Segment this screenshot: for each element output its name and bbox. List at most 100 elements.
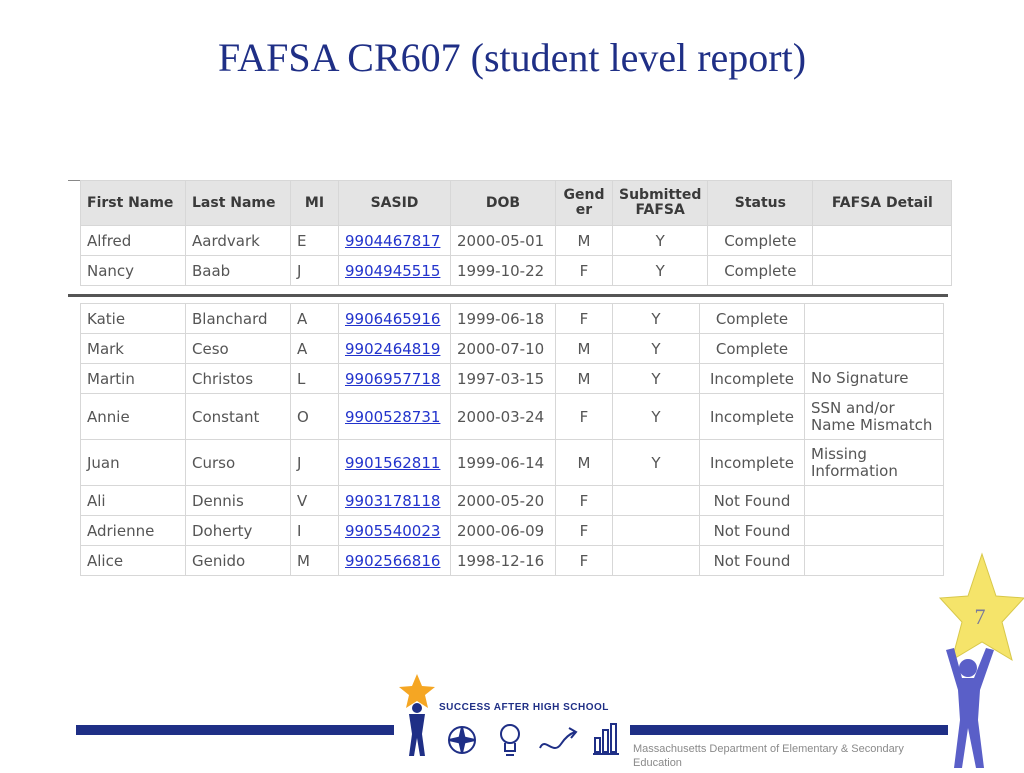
header-submitted-fafsa: Submitted FAFSA xyxy=(611,180,709,226)
first-name-cell: Katie xyxy=(80,303,186,334)
gender-cell: M xyxy=(555,225,613,256)
submitted-fafsa-cell: Y xyxy=(611,225,709,256)
fafsa-detail-cell xyxy=(804,485,944,516)
sasid-link[interactable]: 9906465916 xyxy=(345,310,440,328)
table-row: Alice Genido M 9902566816 1998-12-16 F Not Fou… xyxy=(80,545,944,576)
gender-cell: F xyxy=(555,485,613,516)
submitted-fafsa-cell: Y xyxy=(611,255,709,286)
fafsa-detail-cell: SSN and/or Name Mismatch xyxy=(804,393,944,440)
dob-cell: 2000-05-01 xyxy=(450,225,556,256)
fafsa-detail-cell xyxy=(812,225,953,256)
header-dob: DOB xyxy=(450,180,556,226)
report-table-top: First Name Last Name MI SASID DOB Gend e… xyxy=(80,180,953,286)
logo-graphic xyxy=(399,674,619,756)
dob-cell: 2000-03-24 xyxy=(450,393,556,440)
table-divider xyxy=(68,294,948,297)
gender-cell: F xyxy=(555,515,613,546)
table-row: Juan Curso J 9901562811 1999-06-14 M Y Incomple… xyxy=(80,439,944,486)
logo-text: SUCCESS AFTER HIGH SCHOOL xyxy=(439,702,609,713)
gender-cell: F xyxy=(555,393,613,440)
gender-cell: M xyxy=(555,333,613,364)
status-cell: Complete xyxy=(699,333,805,364)
table-row: Adrienne Doherty I 9905540023 2000-06-09 F Not… xyxy=(80,515,944,546)
sasid-cell: 9901562811 xyxy=(338,439,451,486)
footer-organization: Massachusetts Department of Elementary &… xyxy=(633,743,904,769)
dob-cell: 1998-12-16 xyxy=(450,545,556,576)
sasid-link[interactable]: 9901562811 xyxy=(345,454,440,472)
table-edge-tick xyxy=(68,180,80,181)
report-table-bottom: Katie Blanchard A 9906465916 1999-06-18 F Y Com… xyxy=(80,303,944,576)
last-name-cell: Aardvark xyxy=(185,225,291,256)
last-name-cell: Curso xyxy=(185,439,291,486)
mi-cell: J xyxy=(290,255,339,286)
mi-cell: E xyxy=(290,225,339,256)
last-name-cell: Dennis xyxy=(185,485,291,516)
sasid-link[interactable]: 9902464819 xyxy=(345,340,440,358)
last-name-cell: Baab xyxy=(185,255,291,286)
table-body-top: Alfred Aardvark E 9904467817 2000-05-01 M Y Com… xyxy=(80,225,953,286)
mi-cell: J xyxy=(290,439,339,486)
dob-cell: 1999-10-22 xyxy=(450,255,556,286)
footer-bar-left xyxy=(76,725,394,735)
status-cell: Incomplete xyxy=(699,439,805,486)
status-cell: Incomplete xyxy=(699,363,805,394)
sasid-link[interactable]: 9900528731 xyxy=(345,408,440,426)
header-status: Status xyxy=(707,180,814,226)
table-row: Alfred Aardvark E 9904467817 2000-05-01 M Y Com… xyxy=(80,225,953,256)
sasid-link[interactable]: 9906957718 xyxy=(345,370,440,388)
mi-cell: A xyxy=(290,333,339,364)
first-name-cell: Juan xyxy=(80,439,186,486)
first-name-cell: Martin xyxy=(80,363,186,394)
mi-cell: A xyxy=(290,303,339,334)
submitted-fafsa-cell: Y xyxy=(612,333,700,364)
fafsa-detail-cell xyxy=(804,515,944,546)
status-cell: Not Found xyxy=(699,515,805,546)
fafsa-detail-cell xyxy=(804,303,944,334)
sasid-link[interactable]: 9903178118 xyxy=(345,492,440,510)
last-name-cell: Genido xyxy=(185,545,291,576)
first-name-cell: Nancy xyxy=(80,255,186,286)
sasid-cell: 9906957718 xyxy=(338,363,451,394)
submitted-fafsa-cell: Y xyxy=(612,393,700,440)
mi-cell: M xyxy=(290,545,339,576)
sasid-cell: 9905540023 xyxy=(338,515,451,546)
first-name-cell: Alice xyxy=(80,545,186,576)
gender-cell: F xyxy=(555,255,613,286)
table-row: Katie Blanchard A 9906465916 1999-06-18 F Y Com… xyxy=(80,303,944,334)
status-cell: Incomplete xyxy=(699,393,805,440)
sasid-link[interactable]: 9904467817 xyxy=(345,232,440,250)
first-name-cell: Ali xyxy=(80,485,186,516)
person-holding-star-icon xyxy=(946,648,994,768)
table-row: Nancy Baab J 9904945515 1999-10-22 F Y Complete xyxy=(80,255,953,286)
bar-chart-icon xyxy=(593,723,619,755)
dob-cell: 1999-06-14 xyxy=(450,439,556,486)
sasid-cell: 9906465916 xyxy=(338,303,451,334)
sasid-link[interactable]: 9902566816 xyxy=(345,552,440,570)
last-name-cell: Christos xyxy=(185,363,291,394)
sasid-link[interactable]: 9905540023 xyxy=(345,522,440,540)
gender-cell: F xyxy=(555,303,613,334)
lightbulb-icon xyxy=(500,724,520,756)
sasid-cell: 9900528731 xyxy=(338,393,451,440)
sasid-cell: 9902566816 xyxy=(338,545,451,576)
success-logo: SUCCESS AFTER HIGH SCHOOL xyxy=(395,672,635,768)
dob-cell: 2000-06-09 xyxy=(450,515,556,546)
table-row: Mark Ceso A 9902464819 2000-07-10 M Y Complete xyxy=(80,333,944,364)
gender-cell: M xyxy=(555,439,613,486)
header-last-name: Last Name xyxy=(185,180,291,226)
mi-cell: I xyxy=(290,515,339,546)
slide-title: FAFSA CR607 (student level report) xyxy=(217,35,807,80)
submitted-fafsa-cell xyxy=(612,485,700,516)
last-name-cell: Ceso xyxy=(185,333,291,364)
arrow-icon xyxy=(539,727,578,749)
first-name-cell: Mark xyxy=(80,333,186,364)
header-sasid: SASID xyxy=(338,180,451,226)
sasid-link[interactable]: 9904945515 xyxy=(345,262,440,280)
submitted-fafsa-cell xyxy=(612,545,700,576)
gender-cell: F xyxy=(555,545,613,576)
header-mi: MI xyxy=(290,180,339,226)
mi-cell: L xyxy=(290,363,339,394)
status-cell: Not Found xyxy=(699,485,805,516)
submitted-fafsa-cell xyxy=(612,515,700,546)
sasid-cell: 9904467817 xyxy=(338,225,451,256)
